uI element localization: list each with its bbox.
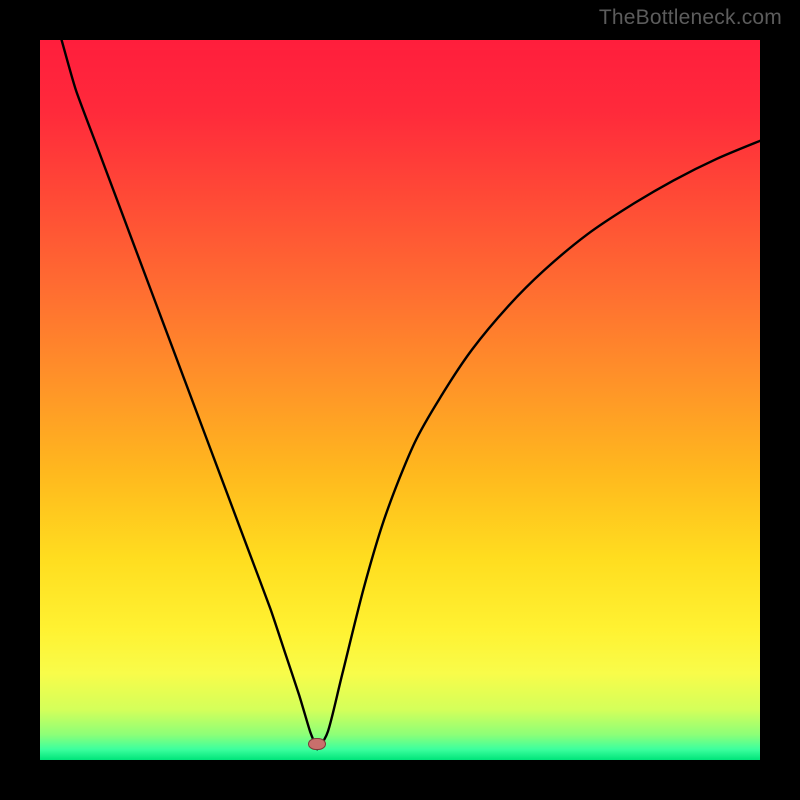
plot-area — [40, 40, 760, 760]
bottleneck-curve — [40, 40, 760, 760]
chart-frame: TheBottleneck.com — [0, 0, 800, 800]
watermark-text: TheBottleneck.com — [599, 6, 782, 30]
